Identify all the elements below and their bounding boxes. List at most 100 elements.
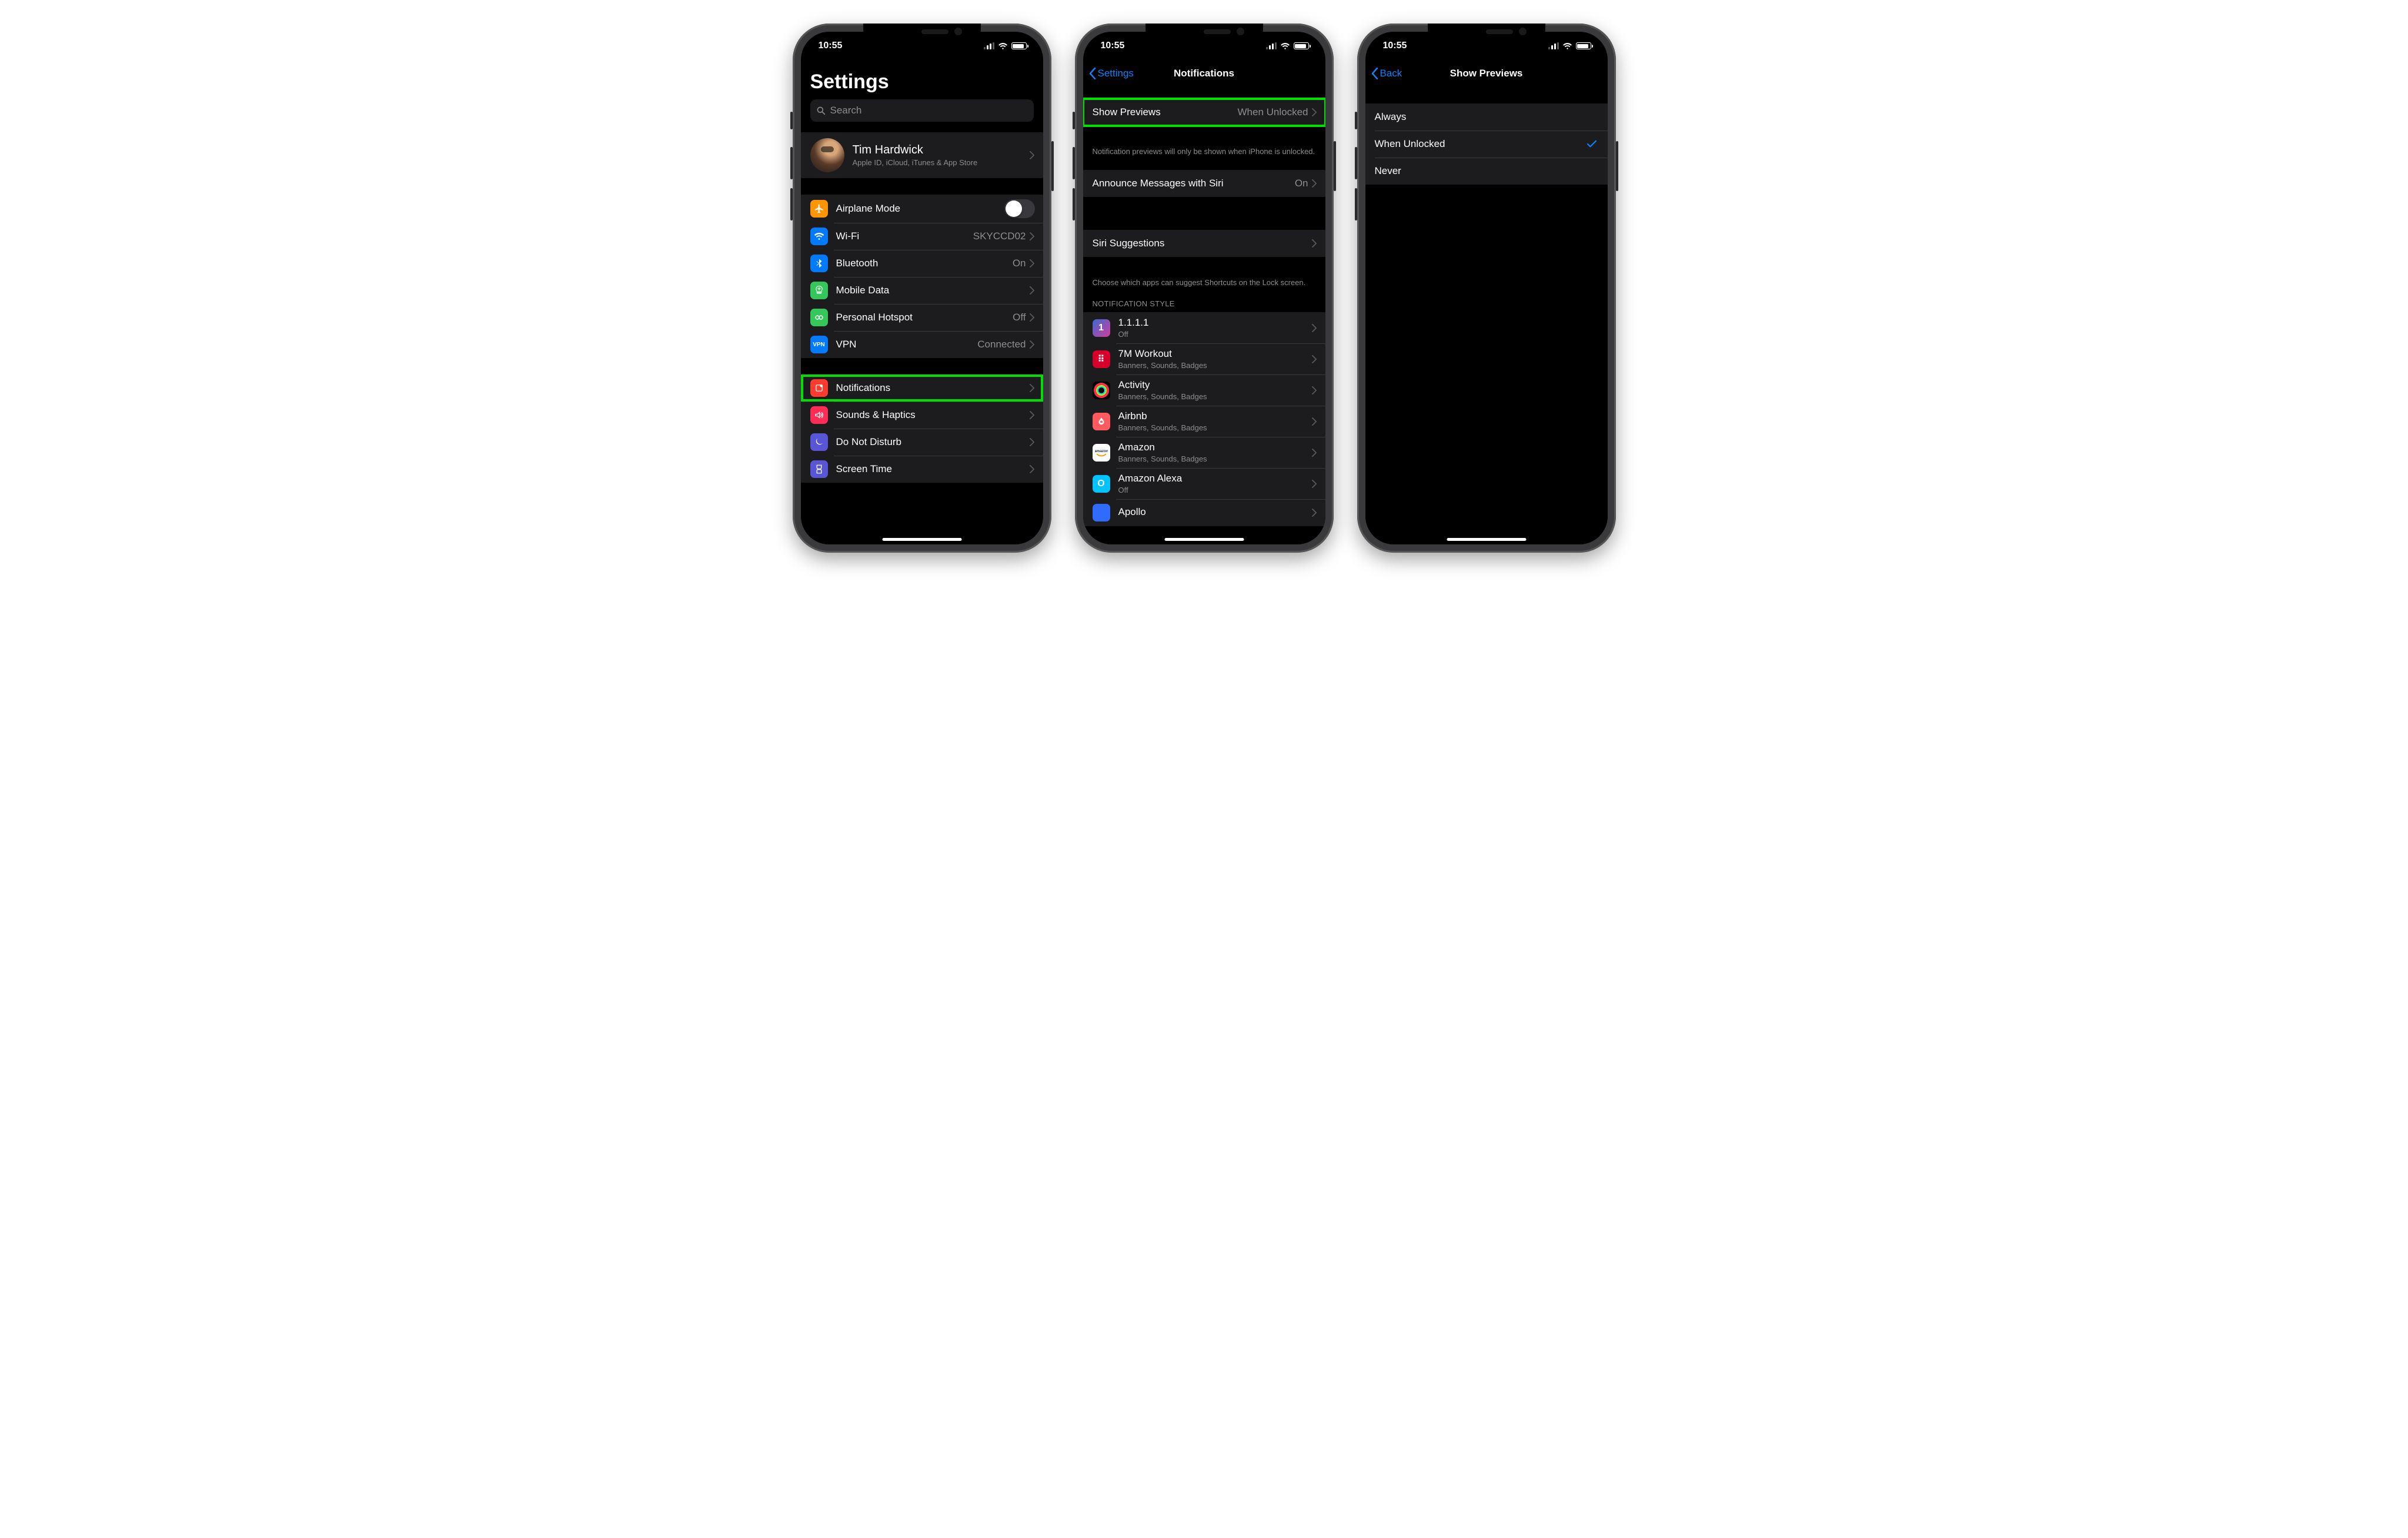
chevron-right-icon <box>1030 313 1035 322</box>
siri-group: Siri Suggestions <box>1083 230 1325 257</box>
chevron-right-icon <box>1030 259 1035 268</box>
back-label: Settings <box>1098 68 1134 79</box>
preview-option-row[interactable]: When Unlocked <box>1365 131 1608 158</box>
network-group: Airplane Mode Wi-Fi SKYCCD02 Bluetooth O… <box>801 195 1043 358</box>
app-row[interactable]: AirbnbBanners, Sounds, Badges <box>1083 406 1325 437</box>
three-phone-layout: 10:55 Settings Search Tim Hardwick Apple… <box>24 24 2384 553</box>
bluetooth-row[interactable]: Bluetooth On <box>801 250 1043 277</box>
notifications-label: Notifications <box>836 382 1030 394</box>
app-name: Activity <box>1118 379 1312 391</box>
airplane-mode-row[interactable]: Airplane Mode <box>801 195 1043 223</box>
bluetooth-icon <box>810 255 828 272</box>
home-indicator[interactable] <box>882 538 961 541</box>
chevron-right-icon <box>1312 179 1317 188</box>
battery-icon <box>1576 42 1591 49</box>
app-name: Amazon Alexa <box>1118 473 1312 484</box>
svg-text:amazon: amazon <box>1095 449 1108 453</box>
profile-name: Tim Hardwick <box>853 143 1030 157</box>
app-subtitle: Off <box>1118 330 1312 339</box>
chevron-right-icon <box>1030 411 1035 419</box>
hotspot-label: Personal Hotspot <box>836 312 1013 323</box>
wifi-icon <box>998 42 1008 50</box>
option-label: When Unlocked <box>1375 138 1587 150</box>
preview-options-group: Always When Unlocked Never <box>1365 103 1608 185</box>
vpn-row[interactable]: VPN VPN Connected <box>801 331 1043 358</box>
app-row[interactable]: Apollo <box>1083 499 1325 526</box>
mobile-data-label: Mobile Data <box>836 285 1030 296</box>
chevron-right-icon <box>1030 384 1035 392</box>
notification-style-group: 11.1.1.1Off⠿7M WorkoutBanners, Sounds, B… <box>1083 312 1325 526</box>
back-label: Back <box>1380 68 1402 79</box>
app-icon: O <box>1093 475 1110 493</box>
cellular-signal-icon <box>1548 42 1559 49</box>
announce-value: On <box>1295 178 1308 189</box>
app-icon: 1 <box>1093 319 1110 337</box>
back-button[interactable]: Settings <box>1089 68 1142 79</box>
app-row[interactable]: amazonAmazonBanners, Sounds, Badges <box>1083 437 1325 468</box>
sounds-row[interactable]: Sounds & Haptics <box>801 402 1043 429</box>
app-row[interactable]: O Amazon Alexa Off <box>1083 468 1325 499</box>
app-row[interactable]: 1 1.1.1.1Off <box>1083 312 1325 343</box>
show-previews-row[interactable]: Show Previews When Unlocked <box>1083 99 1325 126</box>
nav-bar: Back Show Previews <box>1365 60 1608 87</box>
screentime-icon <box>810 460 828 478</box>
announce-label: Announce Messages with Siri <box>1093 178 1295 189</box>
app-subtitle: Banners, Sounds, Badges <box>1118 361 1312 370</box>
chevron-right-icon <box>1312 386 1317 394</box>
dnd-row[interactable]: Do Not Disturb <box>801 429 1043 456</box>
battery-icon <box>1011 42 1027 49</box>
app-name: 7M Workout <box>1118 348 1312 360</box>
app-icon: ⠿ <box>1093 350 1110 368</box>
notifications-row[interactable]: Notifications <box>801 375 1043 402</box>
app-row[interactable]: ⠿ 7M WorkoutBanners, Sounds, Badges <box>1083 343 1325 375</box>
chevron-right-icon <box>1030 438 1035 446</box>
app-name: Amazon <box>1118 442 1312 453</box>
chevron-left-icon <box>1371 68 1378 79</box>
app-name: 1.1.1.1 <box>1118 317 1312 329</box>
sounds-label: Sounds & Haptics <box>836 409 1030 421</box>
app-subtitle: Banners, Sounds, Badges <box>1118 423 1312 432</box>
announce-group: Announce Messages with Siri On <box>1083 170 1325 197</box>
hotspot-row[interactable]: Personal Hotspot Off <box>801 304 1043 331</box>
status-time: 10:55 <box>819 41 843 51</box>
app-name: Apollo <box>1118 506 1312 518</box>
airplane-icon <box>810 200 828 218</box>
preview-option-row[interactable]: Always <box>1365 103 1608 131</box>
chevron-right-icon <box>1312 324 1317 332</box>
announce-row[interactable]: Announce Messages with Siri On <box>1083 170 1325 197</box>
hotspot-icon <box>810 309 828 326</box>
notifications-icon <box>810 379 828 397</box>
app-row[interactable]: ActivityBanners, Sounds, Badges <box>1083 375 1325 406</box>
app-icon <box>1093 382 1110 399</box>
system-group: Notifications Sounds & Haptics Do Not Di… <box>801 375 1043 483</box>
apple-id-row[interactable]: Tim Hardwick Apple ID, iCloud, iTunes & … <box>801 132 1043 178</box>
search-icon <box>816 106 826 115</box>
chevron-right-icon <box>1312 239 1317 248</box>
mobile-data-row[interactable]: Mobile Data <box>801 277 1043 304</box>
nav-title: Show Previews <box>1424 68 1549 79</box>
chevron-right-icon <box>1312 480 1317 488</box>
back-button[interactable]: Back <box>1371 68 1424 79</box>
screentime-row[interactable]: Screen Time <box>801 456 1043 483</box>
chevron-right-icon <box>1030 232 1035 240</box>
app-icon <box>1093 413 1110 430</box>
home-indicator[interactable] <box>1164 538 1244 541</box>
hotspot-value: Off <box>1013 312 1026 323</box>
bluetooth-label: Bluetooth <box>836 258 1013 269</box>
notification-style-header: Notification Style <box>1083 299 1325 312</box>
nav-title: Notifications <box>1142 68 1267 79</box>
wifi-row[interactable]: Wi-Fi SKYCCD02 <box>801 223 1043 250</box>
wifi-value: SKYCCD02 <box>973 230 1026 242</box>
mobile-data-icon <box>810 282 828 299</box>
preview-option-row[interactable]: Never <box>1365 158 1608 185</box>
checkmark-icon <box>1587 140 1597 148</box>
airplane-mode-toggle[interactable] <box>1004 199 1035 218</box>
siri-suggestions-row[interactable]: Siri Suggestions <box>1083 230 1325 257</box>
search-input[interactable]: Search <box>810 99 1034 122</box>
app-icon: amazon <box>1093 444 1110 462</box>
app-name: Airbnb <box>1118 410 1312 422</box>
home-indicator[interactable] <box>1447 538 1526 541</box>
show-previews-group: Show Previews When Unlocked <box>1083 99 1325 126</box>
airplane-mode-label: Airplane Mode <box>836 203 1004 215</box>
app-subtitle: Off <box>1118 486 1312 494</box>
